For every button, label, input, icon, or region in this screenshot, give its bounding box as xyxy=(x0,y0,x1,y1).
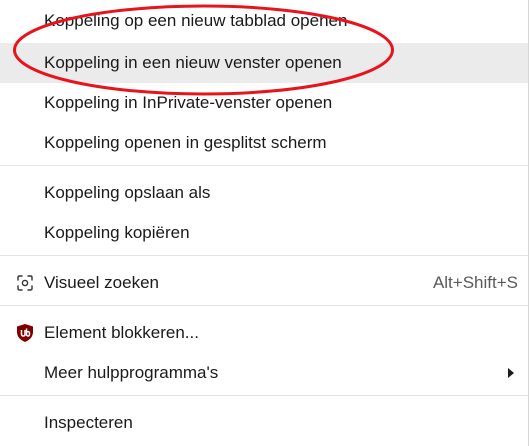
menu-item-label: Koppeling op een nieuw tabblad openen xyxy=(44,11,348,30)
menu-item-open-link-new-tab[interactable]: Koppeling op een nieuw tabblad openen xyxy=(0,1,528,41)
menu-item-label: Visueel zoeken xyxy=(44,273,159,292)
menu-item-copy-link[interactable]: Koppeling kopiëren xyxy=(0,213,528,253)
menu-item-label: Koppeling kopiëren xyxy=(44,223,190,242)
menu-item-visual-search[interactable]: Visueel zoeken Alt+Shift+S xyxy=(0,263,528,303)
submenu-arrow-icon xyxy=(508,368,514,378)
menu-item-label: Koppeling opslaan als xyxy=(44,183,211,202)
ublock-origin-icon xyxy=(15,323,35,343)
keyboard-shortcut: Alt+Shift+S xyxy=(432,273,518,292)
menu-item-label: Meer hulpprogramma's xyxy=(44,363,219,382)
menu-item-more-tools[interactable]: Meer hulpprogramma's xyxy=(0,353,528,393)
menu-item-inspect[interactable]: Inspecteren xyxy=(0,403,528,443)
menu-item-label: Inspecteren xyxy=(44,413,133,432)
menu-item-save-link-as[interactable]: Koppeling opslaan als xyxy=(0,173,528,213)
visual-search-icon xyxy=(15,273,35,293)
menu-item-label: Element blokkeren... xyxy=(44,323,199,342)
menu-divider xyxy=(0,305,528,306)
menu-divider xyxy=(0,255,528,256)
menu-divider xyxy=(0,165,528,166)
menu-item-open-link-split-screen[interactable]: Koppeling openen in gesplitst scherm xyxy=(0,123,528,163)
menu-item-label: Koppeling in een nieuw venster openen xyxy=(44,53,342,72)
menu-item-label: Koppeling in InPrivate-venster openen xyxy=(44,93,333,112)
menu-item-label: Koppeling openen in gesplitst scherm xyxy=(44,133,327,152)
context-menu: Koppeling op een nieuw tabblad openen Ko… xyxy=(0,0,529,446)
menu-divider xyxy=(0,395,528,396)
menu-item-open-link-new-window[interactable]: Koppeling in een nieuw venster openen xyxy=(0,43,528,83)
menu-item-open-link-inprivate[interactable]: Koppeling in InPrivate-venster openen xyxy=(0,83,528,123)
menu-item-block-element[interactable]: Element blokkeren... xyxy=(0,313,528,353)
